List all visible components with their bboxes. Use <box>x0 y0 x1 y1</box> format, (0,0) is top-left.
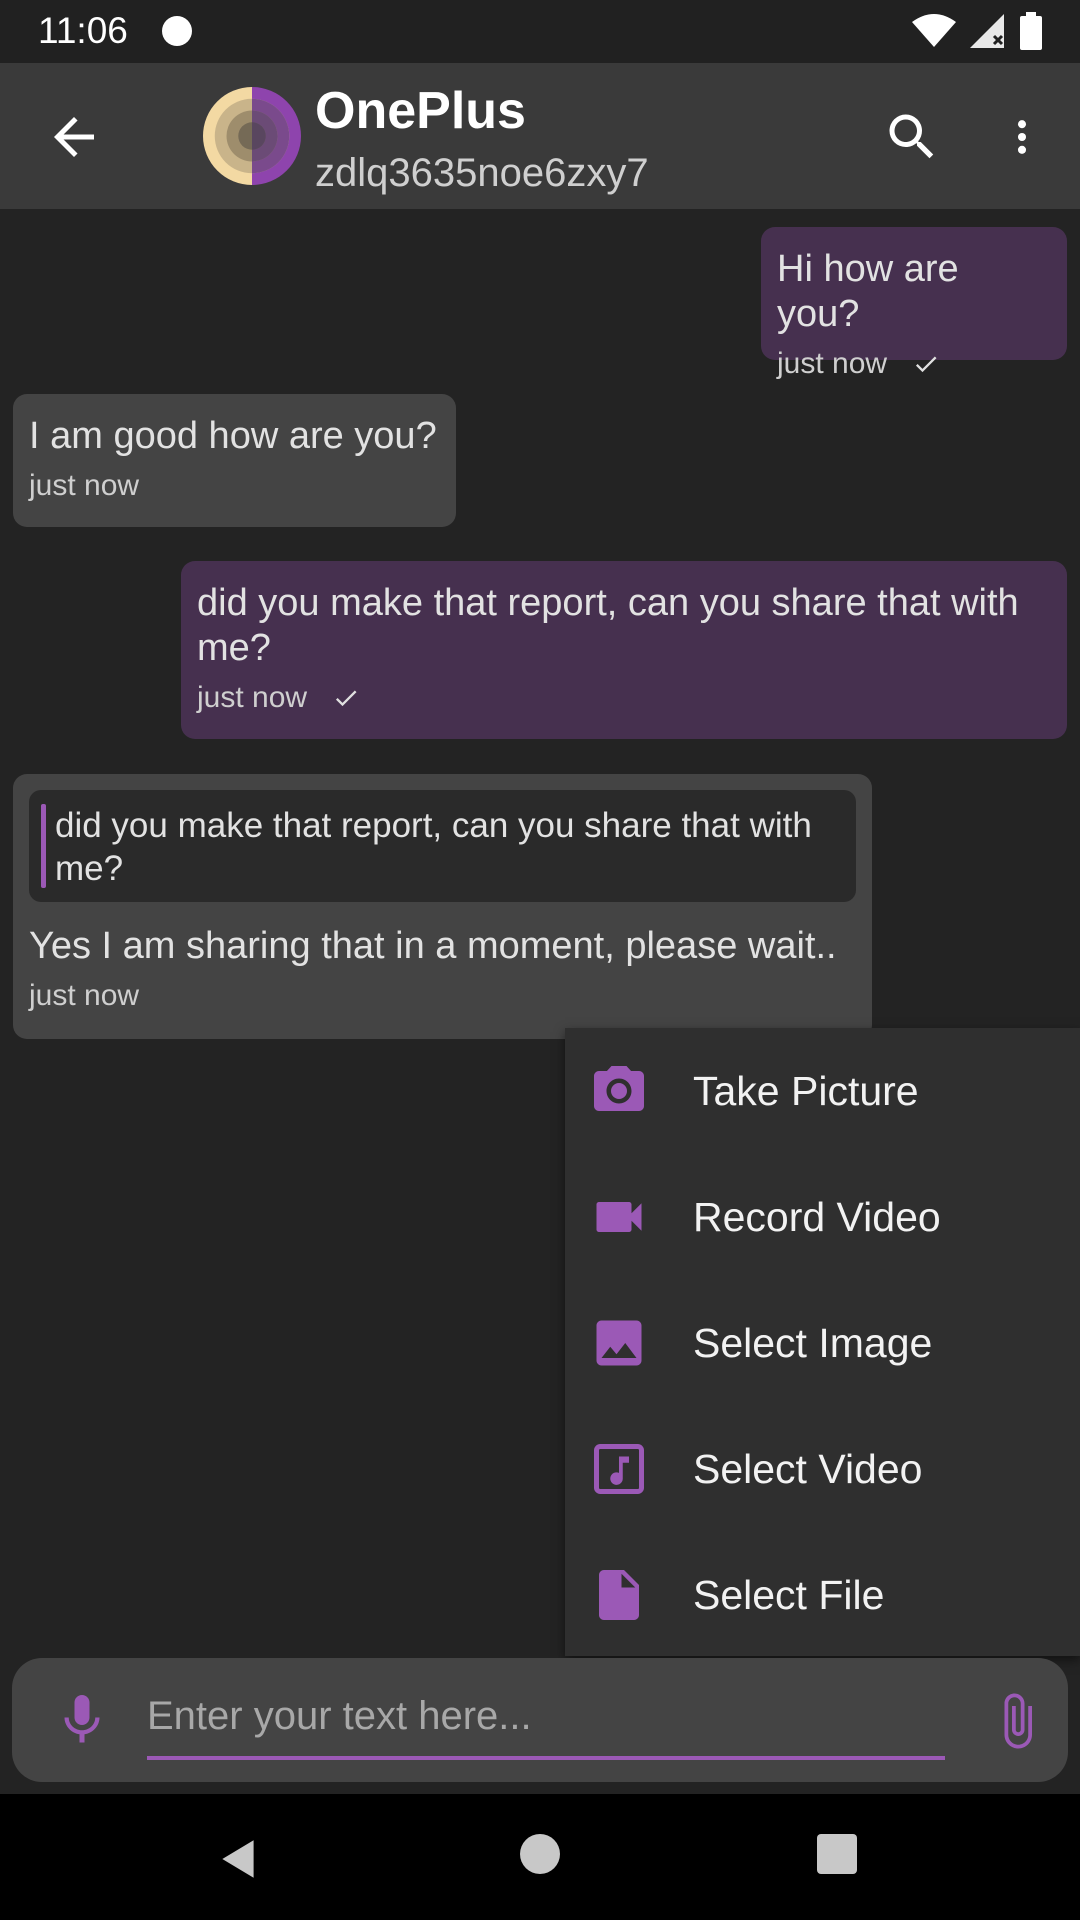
menu-item-select-image[interactable]: Select Image <box>565 1280 1080 1406</box>
message-text: did you make that report, can you share … <box>197 582 1019 669</box>
message-text: Hi how are you? <box>777 248 959 335</box>
contact-avatar[interactable] <box>203 87 301 185</box>
chat-title: OnePlus <box>315 82 526 140</box>
nav-home-icon[interactable] <box>520 1834 560 1874</box>
quoted-text: did you make that report, can you share … <box>55 806 812 888</box>
status-icons <box>912 12 1042 50</box>
menu-item-label: Record Video <box>693 1193 941 1240</box>
notification-dot-icon <box>162 16 192 46</box>
message-meta: just now <box>29 979 856 1013</box>
quoted-message[interactable]: did you make that report, can you share … <box>29 790 856 902</box>
camera-icon <box>594 1066 644 1111</box>
cell-signal-icon <box>970 14 1004 48</box>
message-time: just now <box>29 979 140 1012</box>
message-bubble-incoming[interactable]: did you make that report, can you share … <box>13 774 872 1039</box>
nav-back-icon[interactable] <box>214 1834 264 1884</box>
message-bubble-outgoing[interactable]: Hi how are you? just now <box>761 227 1067 380</box>
message-bubble-incoming[interactable]: I am good how are you? just now <box>13 394 456 527</box>
menu-item-take-picture[interactable]: Take Picture <box>565 1028 1080 1154</box>
system-nav-bar <box>0 1794 1080 1920</box>
sent-check-icon <box>916 356 937 373</box>
status-bar: 11:06 <box>0 0 1080 63</box>
attachment-menu: Take Picture Record Video Select Image S… <box>565 1028 1080 1656</box>
battery-icon <box>1020 12 1042 50</box>
menu-item-record-video[interactable]: Record Video <box>565 1154 1080 1280</box>
attach-paperclip-icon[interactable] <box>987 1688 1047 1754</box>
message-input[interactable] <box>147 1676 945 1760</box>
message-bubble-outgoing[interactable]: did you make that report, can you share … <box>181 561 1067 739</box>
message-meta: just now <box>777 347 1051 381</box>
menu-item-select-video[interactable]: Select Video <box>565 1406 1080 1532</box>
message-meta: just now <box>197 681 1051 715</box>
message-text: Yes I am sharing that in a moment, pleas… <box>29 925 837 967</box>
nav-recents-icon[interactable] <box>817 1834 857 1874</box>
menu-item-label: Select File <box>693 1571 885 1618</box>
status-time: 11:06 <box>38 10 128 51</box>
menu-item-select-file[interactable]: Select File <box>565 1532 1080 1658</box>
image-icon <box>596 1320 642 1366</box>
message-time: just now <box>197 681 308 714</box>
message-time: just now <box>29 469 140 502</box>
menu-item-label: Select Video <box>693 1445 923 1492</box>
message-meta: just now <box>29 469 440 503</box>
more-options-icon[interactable] <box>1000 107 1044 167</box>
back-arrow-icon[interactable] <box>44 107 104 167</box>
message-text: I am good how are you? <box>29 415 437 457</box>
app-bar: OnePlus zdlq3635noe6zxy7 <box>0 63 1080 209</box>
file-icon <box>599 1570 639 1620</box>
message-time: just now <box>777 347 888 380</box>
search-icon[interactable] <box>882 107 942 167</box>
videocam-icon <box>596 1202 642 1232</box>
wifi-icon <box>912 14 956 47</box>
menu-item-label: Select Image <box>693 1319 933 1366</box>
sent-check-icon <box>336 690 357 707</box>
message-composer <box>12 1658 1068 1782</box>
microphone-icon[interactable] <box>52 1690 112 1750</box>
chat-subtitle: zdlq3635noe6zxy7 <box>315 151 649 195</box>
menu-item-label: Take Picture <box>693 1067 919 1114</box>
video-file-icon <box>594 1444 644 1494</box>
